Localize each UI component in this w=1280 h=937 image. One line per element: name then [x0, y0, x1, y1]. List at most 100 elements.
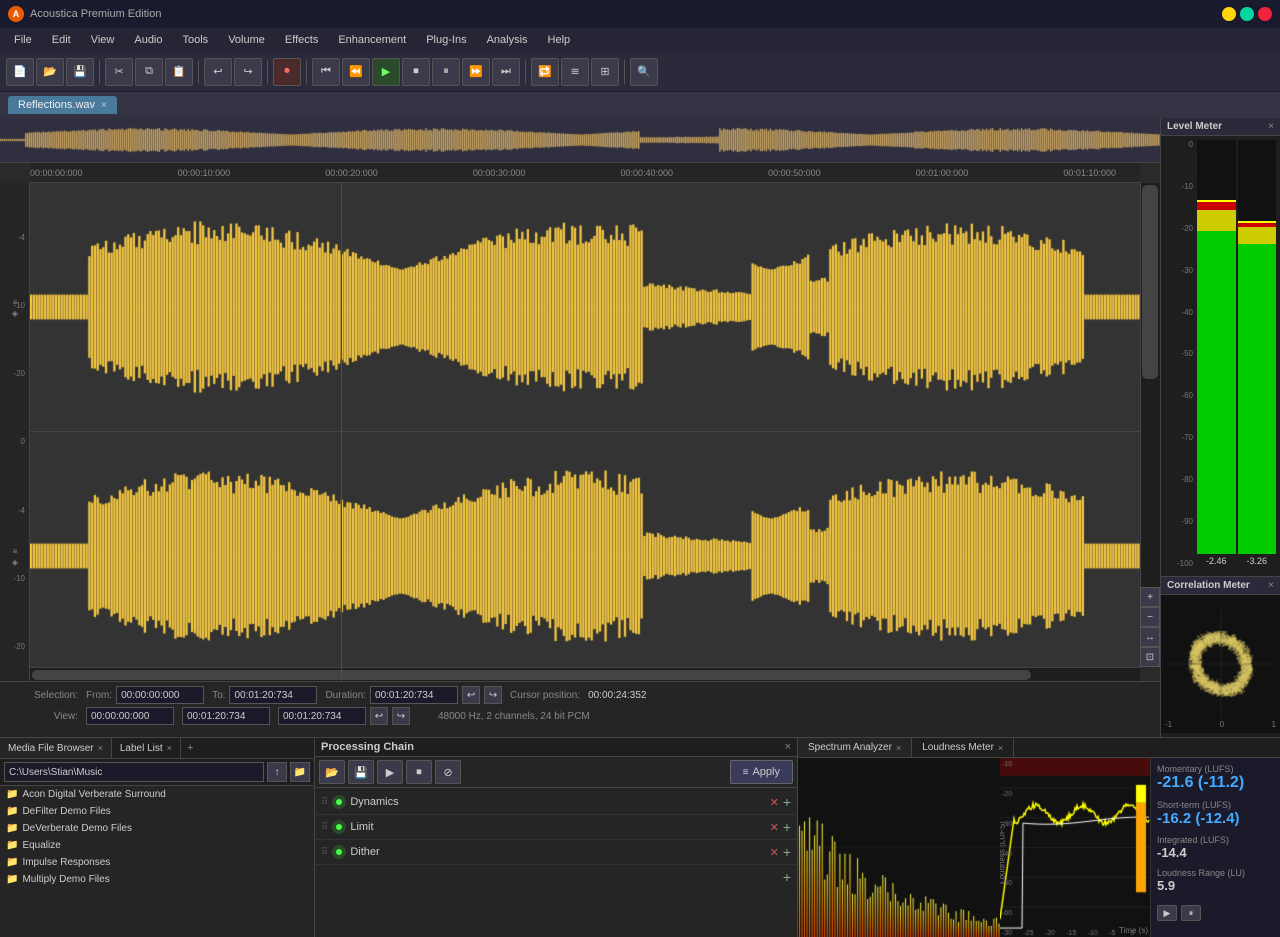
mix-button[interactable]: ⊞: [591, 58, 619, 86]
zoom-tool-button[interactable]: 🔍: [630, 58, 658, 86]
pc-play-button[interactable]: ▶: [377, 760, 403, 784]
path-input[interactable]: [4, 762, 264, 782]
stop-button[interactable]: ⏹: [402, 58, 430, 86]
new-button[interactable]: 📄: [6, 58, 34, 86]
loudness-pause-button[interactable]: ⏸: [1181, 905, 1201, 921]
pc-open-button[interactable]: 📂: [319, 760, 345, 784]
save-button[interactable]: 💾: [66, 58, 94, 86]
file-item-equalize[interactable]: 📁 Equalize: [0, 837, 314, 854]
view-duration-input[interactable]: [278, 707, 366, 725]
effect-power-dynamics[interactable]: [332, 795, 346, 809]
spectrum-analyzer-tab-close[interactable]: ×: [896, 743, 901, 753]
file-item-impulse[interactable]: 📁 Impulse Responses: [0, 854, 314, 871]
effect-power-limit[interactable]: [332, 820, 346, 834]
record-button[interactable]: ⏺: [273, 58, 301, 86]
from-input[interactable]: [116, 686, 204, 704]
file-item-multiply[interactable]: 📁 Multiply Demo Files: [0, 871, 314, 888]
menu-plugins[interactable]: Plug-Ins: [416, 32, 476, 48]
zoom-out-button[interactable]: −: [1140, 607, 1160, 627]
skip-start-button[interactable]: ⏮: [312, 58, 340, 86]
effect-add-dynamics[interactable]: +: [783, 794, 791, 810]
effect-add-limit[interactable]: +: [783, 819, 791, 835]
pc-bypass-button[interactable]: ⊘: [435, 760, 461, 784]
undo-button[interactable]: ↩: [204, 58, 232, 86]
file-item-acon[interactable]: 📁 Acon Digital Verberate Surround: [0, 786, 314, 803]
close-button[interactable]: [1258, 7, 1272, 21]
menu-file[interactable]: File: [4, 32, 42, 48]
zoom-selection-button[interactable]: ⊡: [1140, 647, 1160, 667]
to-input[interactable]: [229, 686, 317, 704]
add-effect-button[interactable]: +: [783, 869, 791, 885]
loudness-meter-tab-close[interactable]: ×: [998, 743, 1003, 753]
sel-undo-button[interactable]: ↩: [462, 686, 480, 704]
menu-enhancement[interactable]: Enhancement: [328, 32, 416, 48]
browse-folder-button[interactable]: 📁: [290, 762, 310, 782]
open-button[interactable]: 📂: [36, 58, 64, 86]
loudness-meter-tab[interactable]: Loudness Meter ×: [912, 738, 1014, 757]
effect-drag-limit[interactable]: ⠿: [321, 822, 328, 833]
horizontal-scrollbar[interactable]: [30, 667, 1140, 681]
file-item-deverb[interactable]: 📁 DeVerberate Demo Files: [0, 820, 314, 837]
rewind-button[interactable]: ⏪: [342, 58, 370, 86]
cut-button[interactable]: ✂: [105, 58, 133, 86]
view-from-input[interactable]: [86, 707, 174, 725]
add-tab-button[interactable]: +: [181, 738, 199, 758]
label-list-tab[interactable]: Label List ×: [112, 738, 181, 758]
scrub-button[interactable]: ≋: [561, 58, 589, 86]
skip-end-button[interactable]: ⏭: [492, 58, 520, 86]
duration-input[interactable]: [370, 686, 458, 704]
maximize-button[interactable]: [1240, 7, 1254, 21]
spectrum-analyzer-tab[interactable]: Spectrum Analyzer ×: [798, 738, 912, 757]
view-redo-button[interactable]: ↪: [392, 707, 410, 725]
overview-waveform[interactable]: [0, 118, 1160, 163]
zoom-in-button[interactable]: +: [1140, 587, 1160, 607]
redo-button[interactable]: ↪: [234, 58, 262, 86]
navigate-up-button[interactable]: ↑: [267, 762, 287, 782]
effect-drag-dynamics[interactable]: ⠿: [321, 797, 328, 808]
menu-tools[interactable]: Tools: [173, 32, 219, 48]
effect-add-dither[interactable]: +: [783, 844, 791, 860]
file-item-defilter[interactable]: 📁 DeFilter Demo Files: [0, 803, 314, 820]
menu-volume[interactable]: Volume: [218, 32, 275, 48]
correlation-meter-close[interactable]: ×: [1268, 580, 1274, 591]
pc-stop-button[interactable]: ⏹: [406, 760, 432, 784]
effect-remove-dynamics[interactable]: ✕: [770, 796, 779, 809]
sel-redo-button[interactable]: ↪: [484, 686, 502, 704]
menu-help[interactable]: Help: [538, 32, 581, 48]
fast-forward-button[interactable]: ⏩: [462, 58, 490, 86]
media-browser-tab[interactable]: Media File Browser ×: [0, 738, 112, 758]
media-browser-tab-close[interactable]: ×: [98, 743, 103, 753]
wave-container[interactable]: [30, 183, 1140, 681]
loudness-play-button[interactable]: ▶: [1157, 905, 1177, 921]
paste-button[interactable]: 📋: [165, 58, 193, 86]
view-undo-button[interactable]: ↩: [370, 707, 388, 725]
copy-button[interactable]: ⧉: [135, 58, 163, 86]
effect-remove-dither[interactable]: ✕: [770, 846, 779, 859]
waveform-editor[interactable]: -4 -10 -20 0 -4 -10 -20 00:00:00:000 00:…: [0, 163, 1160, 681]
pc-apply-button[interactable]: ≡ Apply: [730, 760, 793, 784]
file-tab-close[interactable]: ×: [101, 100, 107, 111]
view-to-input[interactable]: [182, 707, 270, 725]
play-button[interactable]: ▶: [372, 58, 400, 86]
pc-save-button[interactable]: 💾: [348, 760, 374, 784]
processing-chain-close[interactable]: ×: [785, 741, 791, 753]
effect-name-limit[interactable]: Limit: [350, 821, 765, 833]
level-meter-close[interactable]: ×: [1268, 121, 1274, 132]
loop-button[interactable]: 🔁: [531, 58, 559, 86]
effect-power-dither[interactable]: [332, 845, 346, 859]
menu-edit[interactable]: Edit: [42, 32, 81, 48]
menu-analysis[interactable]: Analysis: [477, 32, 538, 48]
menu-audio[interactable]: Audio: [124, 32, 172, 48]
effect-name-dynamics[interactable]: Dynamics: [350, 796, 765, 808]
effect-remove-limit[interactable]: ✕: [770, 821, 779, 834]
file-tab-reflections[interactable]: Reflections.wav ×: [8, 96, 117, 114]
pause-button[interactable]: ⏸: [432, 58, 460, 86]
zoom-fit-button[interactable]: ↔: [1140, 627, 1160, 647]
minimize-button[interactable]: [1222, 7, 1236, 21]
menu-view[interactable]: View: [81, 32, 125, 48]
effect-name-dither[interactable]: Dither: [350, 846, 765, 858]
menu-effects[interactable]: Effects: [275, 32, 328, 48]
label-list-tab-close[interactable]: ×: [167, 743, 172, 753]
scrollbar-thumb-h[interactable]: [32, 670, 1031, 680]
scrollbar-thumb-v[interactable]: [1142, 185, 1158, 379]
